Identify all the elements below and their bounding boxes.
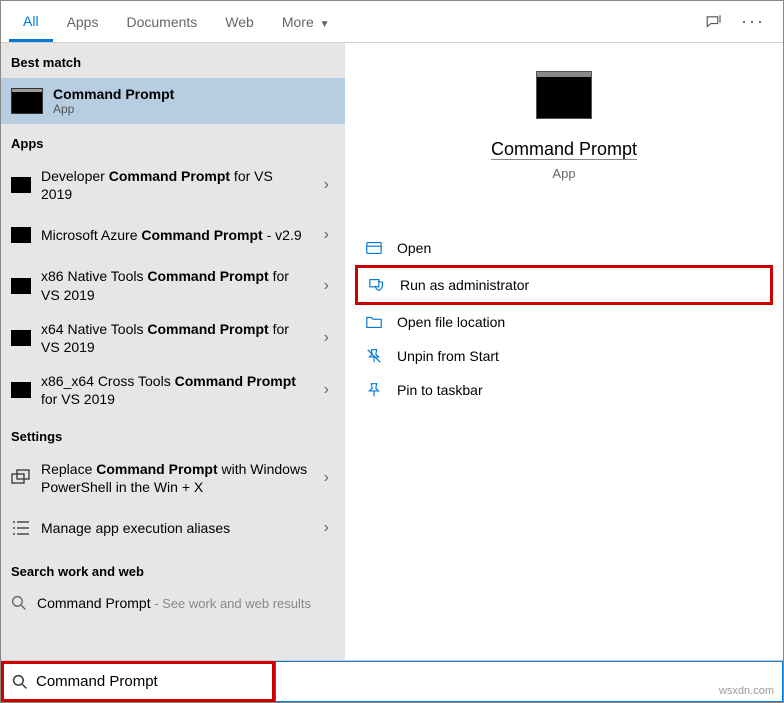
action-open-file-location[interactable]: Open file location bbox=[355, 305, 773, 339]
action-pin-to-taskbar[interactable]: Pin to taskbar bbox=[355, 373, 773, 407]
setting-result[interactable]: Replace Command Prompt with Windows Powe… bbox=[1, 452, 345, 504]
open-icon bbox=[365, 239, 383, 257]
section-best-match: Best match bbox=[1, 43, 345, 78]
filter-tabs: All Apps Documents Web More ▼ ··· bbox=[1, 1, 783, 43]
unpin-icon bbox=[365, 347, 383, 365]
chevron-right-icon[interactable]: › bbox=[318, 469, 335, 487]
app-result[interactable]: Microsoft Azure Command Prompt - v2.9 › bbox=[1, 211, 345, 259]
command-prompt-icon bbox=[11, 278, 31, 294]
tab-all[interactable]: All bbox=[9, 3, 53, 42]
chevron-right-icon[interactable]: › bbox=[318, 176, 335, 194]
command-prompt-icon bbox=[536, 71, 592, 119]
command-prompt-icon bbox=[11, 177, 31, 193]
watermark: wsxdn.com bbox=[719, 685, 774, 697]
chevron-right-icon[interactable]: › bbox=[318, 277, 335, 295]
chevron-right-icon[interactable]: › bbox=[318, 381, 335, 399]
folder-icon bbox=[365, 313, 383, 331]
search-icon bbox=[11, 595, 27, 611]
web-result[interactable]: Command Prompt - See work and web result… bbox=[1, 587, 345, 619]
preview-subtitle: App bbox=[552, 166, 575, 181]
action-run-as-administrator[interactable]: Run as administrator bbox=[355, 265, 773, 305]
feedback-icon[interactable] bbox=[705, 13, 723, 31]
command-prompt-icon bbox=[11, 330, 31, 346]
app-result[interactable]: x86_x64 Cross Tools Command Prompt for V… bbox=[1, 364, 345, 416]
chevron-down-icon: ▼ bbox=[320, 19, 330, 30]
best-match-title: Command Prompt bbox=[53, 86, 174, 102]
command-prompt-icon bbox=[11, 88, 43, 114]
preview-title[interactable]: Command Prompt bbox=[491, 139, 637, 160]
best-match-result[interactable]: Command Prompt App bbox=[1, 78, 345, 124]
action-open[interactable]: Open bbox=[355, 231, 773, 265]
action-unpin-from-start[interactable]: Unpin from Start bbox=[355, 339, 773, 373]
section-apps: Apps bbox=[1, 124, 345, 159]
tab-web[interactable]: Web bbox=[211, 4, 268, 40]
section-settings: Settings bbox=[1, 417, 345, 452]
pin-icon bbox=[365, 381, 383, 399]
best-match-subtitle: App bbox=[53, 102, 174, 116]
search-icon bbox=[12, 674, 28, 690]
tab-documents[interactable]: Documents bbox=[112, 4, 211, 40]
setting-result[interactable]: Manage app execution aliases › bbox=[1, 504, 345, 552]
replace-icon bbox=[11, 468, 31, 488]
preview-panel: Command Prompt App Open Run as administr… bbox=[345, 43, 783, 660]
chevron-right-icon[interactable]: › bbox=[318, 226, 335, 244]
chevron-right-icon[interactable]: › bbox=[318, 329, 335, 347]
search-bar-extension[interactable] bbox=[275, 661, 783, 702]
section-web: Search work and web bbox=[1, 552, 345, 587]
more-options-icon[interactable]: ··· bbox=[741, 11, 765, 32]
list-icon bbox=[11, 518, 31, 538]
command-prompt-icon bbox=[11, 382, 31, 398]
tab-more[interactable]: More ▼ bbox=[268, 4, 344, 40]
tab-apps[interactable]: Apps bbox=[53, 4, 113, 40]
search-bar bbox=[1, 660, 783, 702]
app-result[interactable]: x86 Native Tools Command Prompt for VS 2… bbox=[1, 259, 345, 311]
search-input[interactable] bbox=[36, 673, 264, 690]
results-panel: Best match Command Prompt App Apps Devel… bbox=[1, 43, 345, 660]
chevron-right-icon[interactable]: › bbox=[318, 519, 335, 537]
admin-shield-icon bbox=[368, 276, 386, 294]
app-result[interactable]: x64 Native Tools Command Prompt for VS 2… bbox=[1, 312, 345, 364]
app-result[interactable]: Developer Command Prompt for VS 2019 › bbox=[1, 159, 345, 211]
command-prompt-icon bbox=[11, 227, 31, 243]
